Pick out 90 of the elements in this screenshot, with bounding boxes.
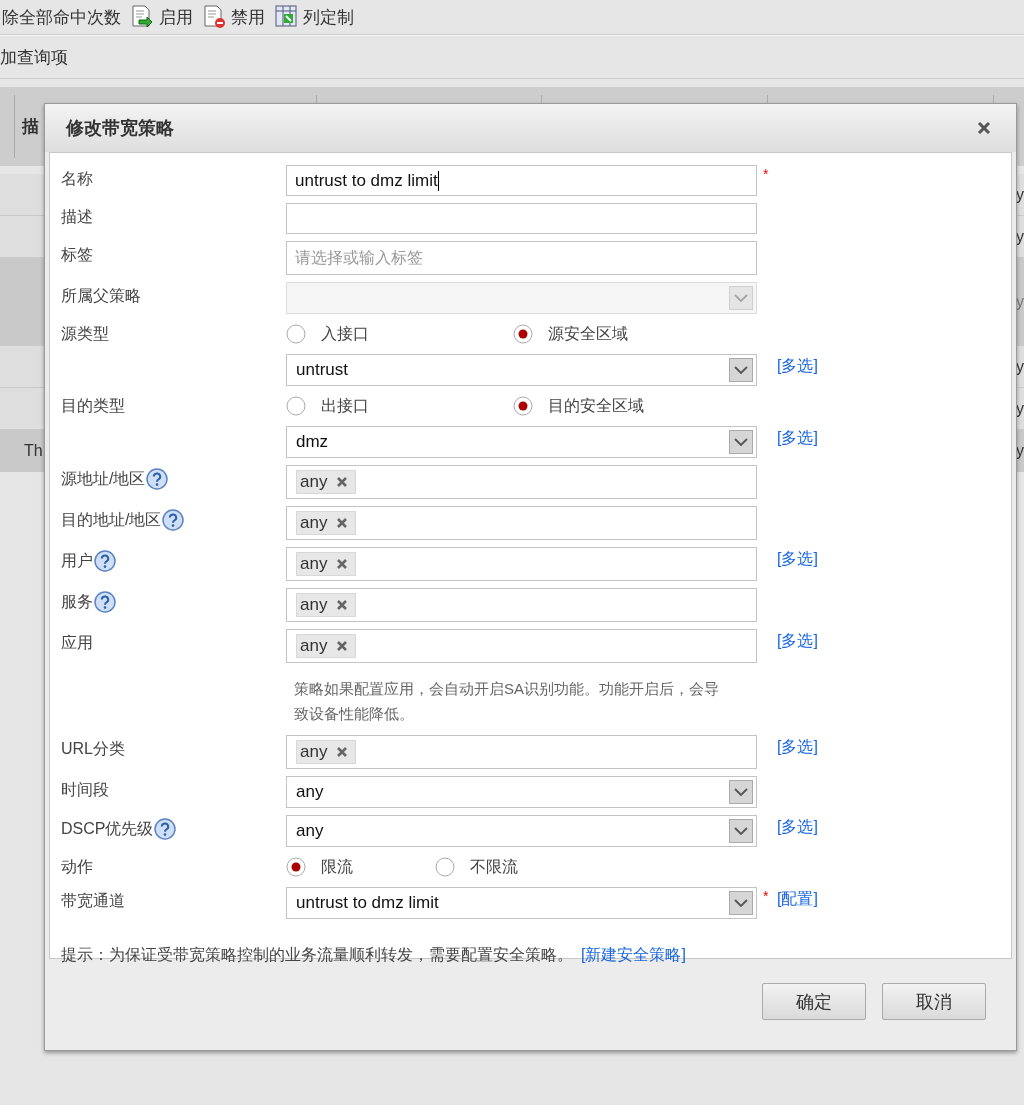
remove-icon[interactable] <box>336 517 349 529</box>
multi-select-link[interactable]: [多选] <box>777 357 818 374</box>
table-cell: y <box>1016 441 1024 460</box>
remove-icon[interactable] <box>336 476 349 488</box>
tag-label: any <box>300 554 328 574</box>
field-label: 应用 <box>61 632 93 653</box>
select-field[interactable]: untrust <box>286 354 757 386</box>
radio-option[interactable]: 不限流 <box>435 856 584 878</box>
table-cell: y <box>1016 227 1024 246</box>
radio-option[interactable]: 源安全区域 <box>513 323 740 345</box>
remove-icon[interactable] <box>336 640 349 652</box>
select-field[interactable]: dmz <box>286 426 757 458</box>
info-note: 策略如果配置应用，会自动开启SA识别功能。功能开启后，会导致设备性能降低。 <box>293 679 720 724</box>
multi-select-link[interactable]: [多选] <box>777 818 818 835</box>
field-label: 标签 <box>61 244 93 265</box>
table-cell: y <box>1016 399 1024 418</box>
help-icon[interactable] <box>146 468 169 490</box>
select-field[interactable]: untrust to dmz limit <box>286 887 757 919</box>
table-cell-text: Th <box>23 441 43 460</box>
dialog-button[interactable]: 取消 <box>882 983 986 1020</box>
field-label: 源地址/地区 <box>61 468 146 489</box>
tag-field[interactable]: any <box>286 506 757 540</box>
table-cell: y <box>1016 292 1024 311</box>
table-cell: y <box>1016 185 1024 204</box>
dialog-button[interactable]: 确定 <box>762 983 866 1020</box>
field-label: 目的地址/地区 <box>61 509 162 530</box>
field-label: 带宽通道 <box>61 890 125 911</box>
add-query-button[interactable]: 加查询项 <box>0 45 68 69</box>
tag-label: any <box>300 595 328 615</box>
radio-icon[interactable] <box>435 857 455 877</box>
toolbar-button[interactable]: 启用 <box>131 5 193 29</box>
required-mark: * <box>763 166 769 182</box>
tag-label: any <box>300 513 328 533</box>
multi-select-link[interactable]: [多选] <box>777 550 818 567</box>
tag-label: any <box>300 472 328 492</box>
toolbar-button[interactable]: 除全部命中次数 <box>2 5 121 29</box>
help-icon[interactable] <box>154 818 177 840</box>
radio-selected-icon[interactable] <box>513 396 533 416</box>
close-icon[interactable] <box>977 121 991 135</box>
field-label: 时间段 <box>61 779 109 800</box>
tag-label: any <box>300 636 328 656</box>
radio-icon[interactable] <box>286 324 306 344</box>
tag-field[interactable]: any <box>286 629 757 663</box>
tag-field[interactable]: any <box>286 588 757 622</box>
radio-option[interactable]: 目的安全区域 <box>513 395 740 417</box>
radio-icon[interactable] <box>286 396 306 416</box>
table-cell: y <box>1016 357 1024 376</box>
field-label: DSCP优先级 <box>61 818 154 839</box>
field-label: 描述 <box>61 206 93 227</box>
multi-select-link[interactable]: [配置] <box>777 890 818 907</box>
field-label: 目的类型 <box>61 395 125 416</box>
radio-option[interactable]: 出接口 <box>286 395 513 417</box>
radio-selected-icon[interactable] <box>513 324 533 344</box>
field-label: 所属父策略 <box>61 285 141 306</box>
remove-icon[interactable] <box>336 746 349 758</box>
field-label: 服务 <box>61 591 93 612</box>
dialog-title: 修改带宽策略 <box>66 117 174 140</box>
column-header: 描 <box>20 116 39 138</box>
field-label: 动作 <box>61 856 93 877</box>
tag-field[interactable]: any <box>286 735 757 769</box>
help-icon[interactable] <box>94 550 116 572</box>
remove-icon[interactable] <box>336 599 349 611</box>
toolbar-button[interactable]: 列定制 <box>275 5 354 29</box>
select-field[interactable]: any <box>286 815 757 847</box>
tag-field[interactable]: any <box>286 547 757 581</box>
hint-text: 提示：为保证受带宽策略控制的业务流量顺利转发，需要配置安全策略。 [新建安全策略] <box>61 945 687 965</box>
multi-select-link[interactable]: [多选] <box>777 632 818 649</box>
multi-select-link[interactable]: [多选] <box>777 429 818 446</box>
field-label: 名称 <box>61 168 93 189</box>
field-label: 用户 <box>61 550 93 571</box>
required-mark: * <box>763 888 769 904</box>
new-policy-link[interactable]: [新建安全策略] <box>581 946 686 963</box>
tag-label: any <box>300 742 328 762</box>
remove-icon[interactable] <box>336 558 349 570</box>
document-minus-icon <box>203 5 227 29</box>
help-icon[interactable] <box>94 591 116 613</box>
select-field[interactable]: any <box>286 776 757 808</box>
text-field[interactable] <box>286 203 757 234</box>
toolbar-button[interactable]: 禁用 <box>203 5 265 29</box>
radio-selected-icon[interactable] <box>286 857 306 877</box>
column-grid-icon <box>275 5 299 29</box>
radio-option[interactable]: 入接口 <box>286 323 513 345</box>
text-field[interactable]: untrust to dmz limit <box>286 165 757 196</box>
field-label: URL分类 <box>61 738 125 759</box>
field-label: 源类型 <box>61 323 109 344</box>
document-arrow-icon <box>131 5 155 29</box>
radio-option[interactable]: 限流 <box>286 856 435 878</box>
multi-select-link[interactable]: [多选] <box>777 738 818 755</box>
help-icon[interactable] <box>162 509 185 531</box>
tag-field[interactable]: any <box>286 465 757 499</box>
